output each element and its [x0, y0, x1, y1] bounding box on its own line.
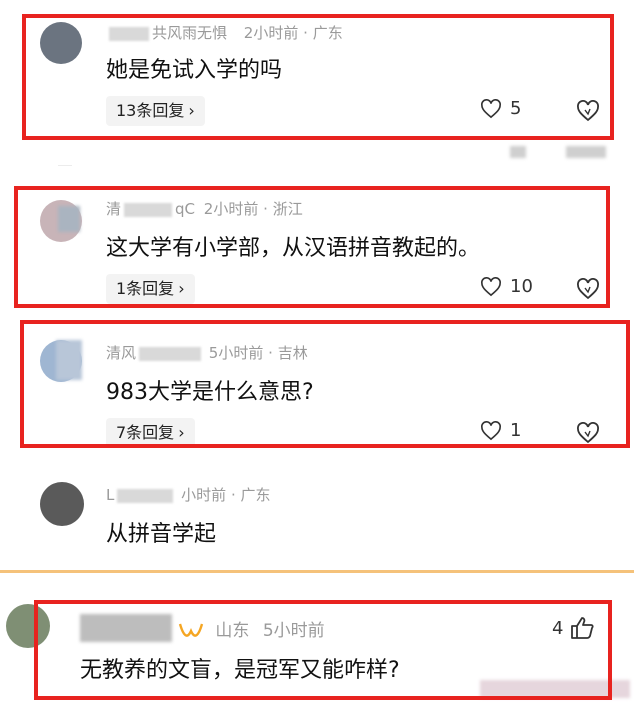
separator: · [230, 486, 236, 504]
section-divider [0, 570, 634, 573]
avatar[interactable] [40, 482, 84, 526]
mosaic [566, 146, 606, 158]
highlight-box [20, 320, 630, 448]
highlight-box [22, 14, 614, 140]
username[interactable]: L [106, 486, 114, 504]
comment-meta: L 小时前 · 广东 [106, 484, 271, 505]
divider [58, 165, 72, 166]
highlight-box [34, 600, 612, 700]
highlight-box [14, 186, 610, 308]
comment-time: 小时前 [181, 486, 227, 504]
comment-region: 广东 [240, 486, 271, 504]
comment-text[interactable]: 从拼音学起 [106, 516, 216, 548]
mosaic [510, 146, 526, 158]
